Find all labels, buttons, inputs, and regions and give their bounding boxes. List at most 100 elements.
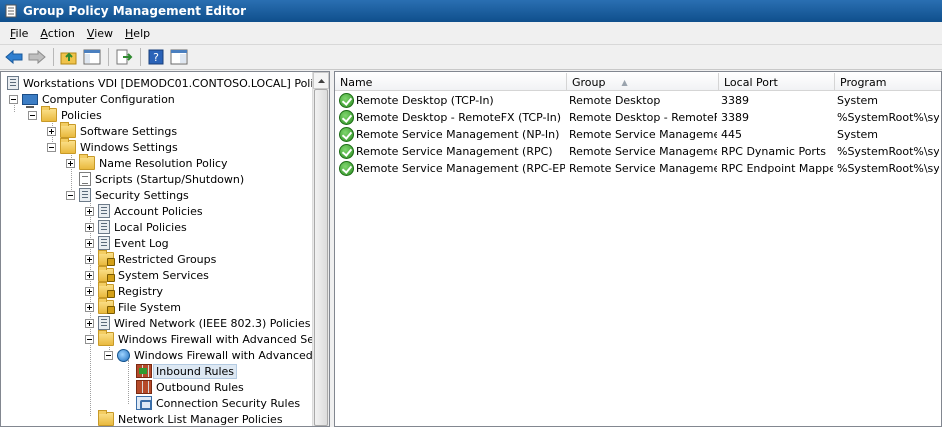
cell-program: System <box>837 128 879 141</box>
tree-line <box>128 360 129 404</box>
folder-icon <box>79 154 95 170</box>
column-header-local-port[interactable]: Local Port <box>719 73 835 91</box>
cell-group: Remote Service Management <box>569 162 717 175</box>
policy-document-icon <box>7 76 19 90</box>
local-policies-icon <box>98 220 110 234</box>
tree-item-software-settings[interactable]: Software Settings <box>47 122 177 139</box>
scroll-up-arrow-icon[interactable] <box>313 72 329 89</box>
toolbar-separator <box>53 48 54 66</box>
table-row[interactable]: Remote Service Management (RPC) Remote S… <box>335 143 941 160</box>
tree-label: Local Policies <box>114 220 187 234</box>
collapse-icon[interactable] <box>85 334 94 344</box>
tree-item-outbound-rules[interactable]: Outbound Rules <box>136 379 244 395</box>
cell-group: Remote Service Management <box>569 128 717 141</box>
tree-label: Name Resolution Policy <box>99 156 228 170</box>
tree-item-event-log[interactable]: Event Log <box>85 235 169 251</box>
inbound-rules-icon <box>136 364 152 378</box>
toolbar-separator <box>108 48 109 66</box>
cell-name: Remote Service Management (RPC) <box>356 145 553 158</box>
collapse-icon[interactable] <box>9 94 18 104</box>
cell-name: Remote Service Management (RPC-EPMAP) <box>356 162 565 175</box>
enabled-rule-check-icon <box>339 127 354 142</box>
table-row[interactable]: Remote Desktop - RemoteFX (TCP-In) Remot… <box>335 109 941 126</box>
list-header: Name Group ▲ Local Port Program <box>335 73 941 91</box>
expand-icon[interactable] <box>85 254 94 264</box>
toolbar: ? <box>0 44 942 70</box>
up-folder-icon <box>60 52 77 65</box>
folder-icon <box>98 330 114 346</box>
tree-item-scripts[interactable]: Scripts (Startup/Shutdown) <box>66 171 244 187</box>
menu-view[interactable]: View <box>81 27 119 40</box>
tree-item-windows-firewall-ldap[interactable]: Windows Firewall with Advanced Se <box>104 347 329 363</box>
tree-item-account-policies[interactable]: Account Policies <box>85 203 203 219</box>
expand-icon[interactable] <box>85 222 94 232</box>
expand-icon[interactable] <box>85 238 94 248</box>
cell-program: %SystemRoot%\syst <box>837 162 939 175</box>
menu-bar: File Action View Help <box>0 22 942 44</box>
column-label: Group <box>572 75 606 89</box>
console-tree[interactable]: Workstations VDI [DEMODC01.CONTOSO.LOCAL… <box>0 71 330 427</box>
collapse-icon[interactable] <box>47 142 56 152</box>
enabled-rule-check-icon <box>339 144 354 159</box>
tree-item-windows-firewall[interactable]: Windows Firewall with Advanced Securit <box>85 330 329 347</box>
tree-item-computer-configuration[interactable]: Computer Configuration <box>9 91 175 108</box>
expand-icon[interactable] <box>47 126 56 136</box>
tree-label: System Services <box>118 268 209 282</box>
column-header-name[interactable]: Name <box>335 73 567 91</box>
tree-vertical-scrollbar[interactable] <box>312 72 329 426</box>
tree-item-connection-security-rules[interactable]: Connection Security Rules <box>136 395 300 411</box>
table-row[interactable]: Remote Service Management (RPC-EPMAP) Re… <box>335 160 941 177</box>
tree-item-windows-settings[interactable]: Windows Settings <box>47 138 178 155</box>
expand-icon[interactable] <box>85 270 94 280</box>
table-row[interactable]: Remote Desktop (TCP-In) Remote Desktop 3… <box>335 92 941 109</box>
tree-item-system-services[interactable]: System Services <box>85 266 209 283</box>
scrollbar-thumb[interactable] <box>314 89 328 426</box>
tree-item-name-resolution-policy[interactable]: Name Resolution Policy <box>66 154 228 171</box>
locked-folder-icon <box>98 282 115 298</box>
column-header-group[interactable]: Group ▲ <box>567 73 719 91</box>
tree-item-restricted-groups[interactable]: Restricted Groups <box>85 250 216 267</box>
title-bar: Group Policy Management Editor <box>0 0 942 22</box>
back-button[interactable] <box>3 46 25 68</box>
expand-icon[interactable] <box>85 286 94 296</box>
table-row[interactable]: Remote Service Management (NP-In) Remote… <box>335 126 941 143</box>
help-button[interactable]: ? <box>145 46 167 68</box>
collapse-icon[interactable] <box>28 110 37 120</box>
tree-label: Wired Network (IEEE 802.3) Policies <box>114 316 311 330</box>
show-hide-tree-button[interactable] <box>81 46 103 68</box>
tree-label: Computer Configuration <box>42 92 175 106</box>
folder-icon <box>60 122 76 138</box>
locked-folder-icon <box>98 250 115 266</box>
tree-item-local-policies[interactable]: Local Policies <box>85 219 187 235</box>
tree-item-registry[interactable]: Registry <box>85 282 163 299</box>
menu-file[interactable]: File <box>4 27 34 40</box>
expand-icon[interactable] <box>85 206 94 216</box>
column-label: Local Port <box>724 75 778 89</box>
tree-item-inbound-rules[interactable]: Inbound Rules <box>136 363 238 379</box>
cell-program: %SystemRoot%\syst <box>837 111 939 124</box>
properties-button[interactable] <box>168 46 190 68</box>
tree-item-policies[interactable]: Policies <box>28 106 102 123</box>
up-one-level-button[interactable] <box>58 46 80 68</box>
expand-icon[interactable] <box>85 318 94 328</box>
tree-item-root[interactable]: Workstations VDI [DEMODC01.CONTOSO.LOCAL… <box>7 75 326 91</box>
column-label: Name <box>340 75 373 89</box>
back-icon <box>5 50 23 64</box>
tree-item-network-list-manager[interactable]: Network List Manager Policies <box>98 410 283 426</box>
collapse-icon[interactable] <box>104 350 113 360</box>
tree-item-security-settings[interactable]: Security Settings <box>66 187 189 203</box>
export-list-button[interactable] <box>113 46 135 68</box>
help-icon: ? <box>148 49 164 65</box>
rules-list[interactable]: Name Group ▲ Local Port Program Remote De… <box>334 71 942 427</box>
column-header-program[interactable]: Program <box>835 73 941 91</box>
menu-help[interactable]: Help <box>119 27 156 40</box>
expand-icon[interactable] <box>66 158 75 168</box>
menu-action-key: A <box>40 26 48 40</box>
expand-icon[interactable] <box>85 302 94 312</box>
menu-action[interactable]: Action <box>34 27 80 40</box>
collapse-icon[interactable] <box>66 190 75 200</box>
locked-folder-icon <box>98 266 115 282</box>
tree-item-wired-network[interactable]: Wired Network (IEEE 802.3) Policies <box>85 315 311 331</box>
tree-item-file-system[interactable]: File System <box>85 298 181 315</box>
forward-button[interactable] <box>26 46 48 68</box>
